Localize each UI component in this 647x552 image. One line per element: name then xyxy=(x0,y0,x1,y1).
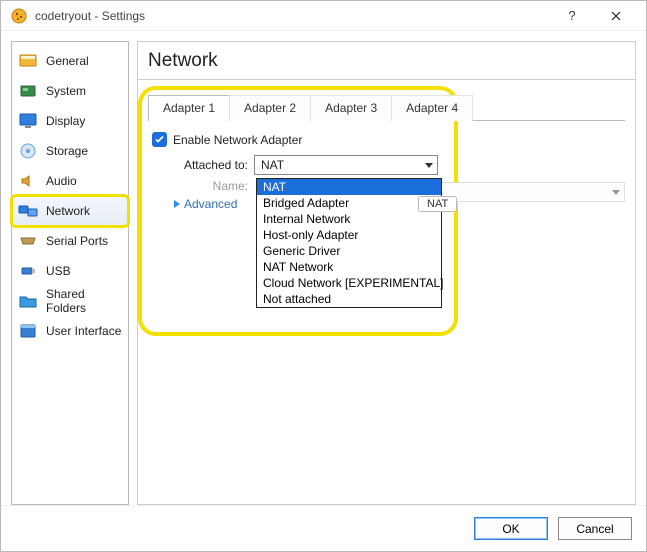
sidebar-item-label: Display xyxy=(46,114,85,128)
attached-to-tooltip: NAT xyxy=(418,196,457,212)
sidebar-item-label: General xyxy=(46,54,89,68)
help-button[interactable]: ? xyxy=(550,1,594,31)
sidebar-item-shared-folders[interactable]: Shared Folders xyxy=(12,286,128,316)
attached-to-label: Attached to: xyxy=(152,158,248,172)
ok-button[interactable]: OK xyxy=(474,517,548,540)
sidebar-item-audio[interactable]: Audio xyxy=(12,166,128,196)
adapter-tabs: Adapter 1 Adapter 2 Adapter 3 Adapter 4 xyxy=(138,80,635,120)
enable-adapter-checkbox[interactable] xyxy=(152,132,167,147)
dialog-footer: OK Cancel xyxy=(1,505,646,551)
audio-icon xyxy=(18,171,38,191)
window-title: codetryout - Settings xyxy=(35,9,145,23)
attached-to-value: NAT xyxy=(261,158,284,172)
serial-ports-icon xyxy=(18,231,38,251)
sidebar-item-label: User Interface xyxy=(46,324,121,338)
storage-icon xyxy=(18,141,38,161)
settings-window: codetryout - Settings ? General System D… xyxy=(0,0,647,552)
dropdown-option-bridged[interactable]: Bridged Adapter xyxy=(257,195,441,211)
general-icon xyxy=(18,51,38,71)
app-icon xyxy=(9,6,29,26)
dropdown-option-cloud[interactable]: Cloud Network [EXPERIMENTAL] xyxy=(257,275,441,291)
tab-adapter-2[interactable]: Adapter 2 xyxy=(229,95,311,121)
network-panel: Adapter 1 Adapter 2 Adapter 3 Adapter 4 … xyxy=(137,79,636,505)
sidebar-item-label: Audio xyxy=(46,174,77,188)
sidebar-item-label: Serial Ports xyxy=(46,234,108,248)
sidebar-item-user-interface[interactable]: User Interface xyxy=(12,316,128,346)
sidebar-item-display[interactable]: Display xyxy=(12,106,128,136)
enable-adapter-label: Enable Network Adapter xyxy=(173,133,302,147)
dropdown-option-nat[interactable]: NAT xyxy=(257,179,441,195)
sidebar-item-label: System xyxy=(46,84,86,98)
cancel-button[interactable]: Cancel xyxy=(558,517,632,540)
name-label: Name: xyxy=(152,179,248,193)
category-sidebar: General System Display Storage Audio Net… xyxy=(11,41,129,505)
chevron-down-icon xyxy=(425,158,433,172)
close-button[interactable] xyxy=(594,1,638,31)
attached-to-dropdown: NAT Bridged Adapter Internal Network Hos… xyxy=(256,178,442,308)
titlebar: codetryout - Settings ? xyxy=(1,1,646,31)
chevron-down-icon xyxy=(612,183,620,201)
sidebar-item-system[interactable]: System xyxy=(12,76,128,106)
tab-adapter-3[interactable]: Adapter 3 xyxy=(310,95,392,121)
tab-label: Adapter 1 xyxy=(163,101,215,115)
dropdown-option-notattached[interactable]: Not attached xyxy=(257,291,441,307)
sidebar-item-label: Network xyxy=(46,204,90,218)
sidebar-item-serial-ports[interactable]: Serial Ports xyxy=(12,226,128,256)
usb-icon xyxy=(18,261,38,281)
system-icon xyxy=(18,81,38,101)
dropdown-option-hostonly[interactable]: Host-only Adapter xyxy=(257,227,441,243)
main-panel-wrap: Network Adapter 1 Adapter 2 Adapter 3 Ad… xyxy=(137,41,636,505)
attached-to-select[interactable]: NAT xyxy=(254,155,438,175)
sidebar-item-network[interactable]: Network xyxy=(12,196,128,226)
sidebar-item-label: USB xyxy=(46,264,71,278)
tab-label: Adapter 4 xyxy=(406,101,458,115)
shared-folders-icon xyxy=(18,291,38,311)
tab-label: Adapter 3 xyxy=(325,101,377,115)
page-title: Network xyxy=(137,41,636,79)
advanced-label: Advanced xyxy=(184,197,237,211)
triangle-right-icon xyxy=(174,200,180,208)
tab-label: Adapter 2 xyxy=(244,101,296,115)
user-interface-icon xyxy=(18,321,38,341)
network-icon xyxy=(18,201,38,221)
dropdown-option-generic[interactable]: Generic Driver xyxy=(257,243,441,259)
dropdown-option-natnetwork[interactable]: NAT Network xyxy=(257,259,441,275)
sidebar-item-usb[interactable]: USB xyxy=(12,256,128,286)
sidebar-item-general[interactable]: General xyxy=(12,46,128,76)
sidebar-item-label: Storage xyxy=(46,144,88,158)
tab-adapter-4[interactable]: Adapter 4 xyxy=(391,95,473,121)
enable-adapter-row: Enable Network Adapter xyxy=(152,132,621,147)
sidebar-item-storage[interactable]: Storage xyxy=(12,136,128,166)
attached-to-row: Attached to: NAT xyxy=(152,155,621,175)
tab-adapter-1[interactable]: Adapter 1 xyxy=(148,95,230,121)
dropdown-option-internal[interactable]: Internal Network xyxy=(257,211,441,227)
display-icon xyxy=(18,111,38,131)
sidebar-item-label: Shared Folders xyxy=(46,287,122,315)
